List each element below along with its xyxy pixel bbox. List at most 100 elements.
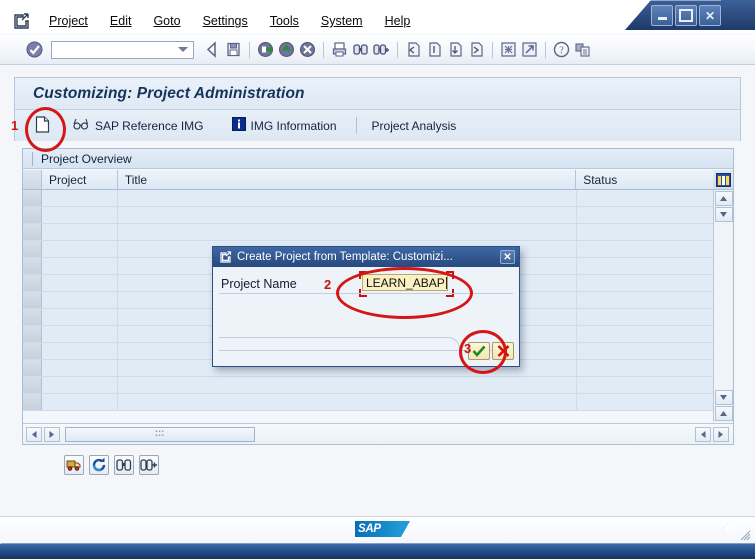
cell-status[interactable]	[577, 292, 714, 308]
row-selector[interactable]	[23, 360, 42, 376]
up-icon[interactable]	[277, 40, 296, 59]
cell-project[interactable]	[42, 207, 118, 223]
row-selector[interactable]	[23, 292, 42, 308]
cell-status[interactable]	[577, 377, 714, 393]
maximize-button[interactable]	[675, 5, 697, 26]
scroll-left-end-button[interactable]	[695, 426, 711, 442]
find-icon[interactable]	[114, 455, 134, 475]
save-icon[interactable]	[224, 40, 243, 59]
row-selector[interactable]	[23, 224, 42, 240]
scroll-left-button[interactable]	[26, 426, 42, 442]
table-row[interactable]	[23, 377, 733, 394]
first-page-icon[interactable]	[404, 40, 423, 59]
row-selector[interactable]	[23, 241, 42, 257]
cell-status[interactable]	[577, 309, 714, 325]
cell-project[interactable]	[42, 292, 118, 308]
cell-status[interactable]	[577, 326, 714, 342]
row-selector[interactable]	[23, 207, 42, 223]
column-header-project[interactable]: Project	[41, 170, 118, 189]
help-icon[interactable]: ?	[552, 40, 571, 59]
collapse-arrow-icon[interactable]	[722, 523, 729, 535]
cell-title[interactable]	[118, 207, 577, 223]
cell-title[interactable]	[118, 190, 577, 206]
column-settings-icon[interactable]	[713, 170, 733, 189]
select-all-header[interactable]	[23, 170, 42, 189]
cell-status[interactable]	[577, 207, 714, 223]
close-icon[interactable]: ✕	[500, 250, 515, 264]
scroll-down-page-button[interactable]	[714, 390, 733, 405]
cell-status[interactable]	[577, 394, 714, 410]
menu-item-project[interactable]: Project	[38, 11, 99, 31]
row-selector[interactable]	[23, 190, 42, 206]
cell-project[interactable]	[42, 377, 118, 393]
row-selector[interactable]	[23, 258, 42, 274]
create-session-icon[interactable]	[499, 40, 518, 59]
table-row[interactable]	[23, 394, 733, 411]
row-selector[interactable]	[23, 326, 42, 342]
command-field[interactable]	[51, 40, 194, 59]
row-selector[interactable]	[23, 275, 42, 291]
session-icon[interactable]	[12, 12, 30, 30]
menu-item-edit[interactable]: Edit	[99, 11, 143, 31]
cell-project[interactable]	[42, 258, 118, 274]
horizontal-scrollbar[interactable]: ▪▪▪ ▪▪▪	[23, 423, 733, 444]
scroll-up-button[interactable]	[714, 191, 733, 206]
chevron-down-icon[interactable]	[178, 47, 188, 52]
cell-project[interactable]	[42, 394, 118, 410]
cell-status[interactable]	[577, 241, 714, 257]
scroll-up-page-button[interactable]	[714, 406, 733, 421]
menu-item-goto[interactable]: Goto	[142, 11, 191, 31]
close-button[interactable]: ✕	[699, 5, 721, 26]
row-selector[interactable]	[23, 394, 42, 410]
project-analysis-button[interactable]: Project Analysis	[365, 117, 464, 135]
cell-title[interactable]	[118, 394, 577, 410]
cell-status[interactable]	[577, 360, 714, 376]
cell-project[interactable]	[42, 190, 118, 206]
vertical-scrollbar[interactable]	[713, 190, 733, 422]
cell-status[interactable]	[577, 224, 714, 240]
column-header-status[interactable]: Status	[576, 170, 714, 189]
back-icon[interactable]	[203, 40, 222, 59]
menu-item-tools[interactable]: Tools	[259, 11, 310, 31]
print-icon[interactable]	[330, 40, 349, 59]
enter-check-icon[interactable]	[26, 41, 43, 58]
cell-project[interactable]	[42, 309, 118, 325]
create-shortcut-icon[interactable]	[520, 40, 539, 59]
scroll-right-end-button[interactable]	[713, 426, 729, 442]
cell-status[interactable]	[577, 343, 714, 359]
cell-status[interactable]	[577, 190, 714, 206]
next-page-icon[interactable]	[446, 40, 465, 59]
cell-project[interactable]	[42, 224, 118, 240]
find-next-icon[interactable]	[139, 455, 159, 475]
transport-icon[interactable]	[64, 455, 84, 475]
cell-project[interactable]	[42, 360, 118, 376]
menu-item-settings[interactable]: Settings	[192, 11, 259, 31]
customize-local-layout-icon[interactable]	[573, 40, 592, 59]
resize-grip[interactable]	[737, 527, 751, 541]
last-page-icon[interactable]	[467, 40, 486, 59]
minimize-button[interactable]	[651, 5, 673, 26]
column-header-title[interactable]: Title	[117, 170, 577, 189]
cell-title[interactable]	[118, 224, 577, 240]
row-selector[interactable]	[23, 309, 42, 325]
find-next-icon[interactable]	[372, 40, 391, 59]
row-selector[interactable]	[23, 343, 42, 359]
row-selector[interactable]	[23, 377, 42, 393]
cell-project[interactable]	[42, 241, 118, 257]
table-row[interactable]	[23, 207, 733, 224]
table-row[interactable]	[23, 190, 733, 207]
menu-item-help[interactable]: Help	[374, 11, 422, 31]
sap-reference-img-button[interactable]: SAP Reference IMG	[66, 116, 211, 135]
img-information-button[interactable]: IMG Information	[225, 115, 344, 136]
scroll-right-button[interactable]	[44, 426, 60, 442]
cell-project[interactable]	[42, 275, 118, 291]
find-icon[interactable]	[351, 40, 370, 59]
table-row[interactable]	[23, 224, 733, 241]
scroll-down-button[interactable]	[714, 207, 733, 222]
cell-project[interactable]	[42, 326, 118, 342]
horizontal-scrollbar-thumb[interactable]: ▪▪▪ ▪▪▪	[65, 426, 255, 442]
cell-title[interactable]	[118, 377, 577, 393]
exit-icon[interactable]	[256, 40, 275, 59]
previous-page-icon[interactable]	[425, 40, 444, 59]
menu-item-system[interactable]: System	[310, 11, 374, 31]
